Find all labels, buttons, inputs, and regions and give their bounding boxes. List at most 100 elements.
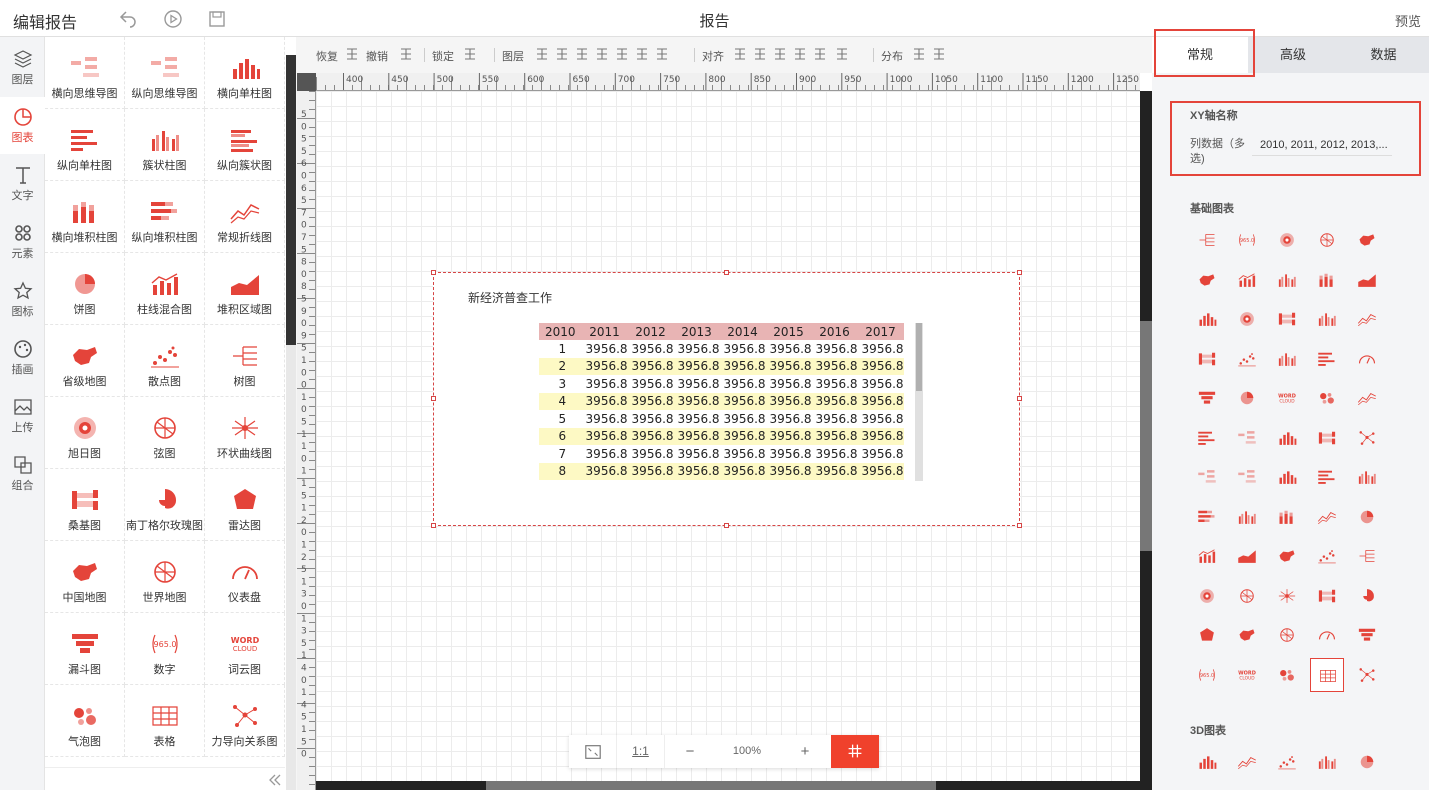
- palette-item-bar-h[interactable]: 横向单柱图: [205, 37, 285, 109]
- rail-item-elements[interactable]: 元素: [0, 213, 45, 270]
- rail-item-layers[interactable]: 图层: [0, 39, 45, 96]
- resize-handle-sw[interactable]: [431, 523, 436, 528]
- rail-item-upload-image[interactable]: 上传: [0, 387, 45, 444]
- chart-option-sankey[interactable]: [1270, 302, 1304, 336]
- palette-item-cluster-bar[interactable]: 簇状柱图: [125, 109, 205, 181]
- chart-option-mindmap-v[interactable]: [1230, 460, 1264, 494]
- send-backward-icon[interactable]: [574, 46, 590, 62]
- chart-option-number[interactable]: 965.0: [1230, 223, 1264, 257]
- resize-handle-se[interactable]: [1017, 523, 1022, 528]
- palette-item-tree[interactable]: 树图: [205, 325, 285, 397]
- canvas-horizontal-scrollbar[interactable]: [316, 781, 1152, 790]
- tab-data[interactable]: 数据: [1338, 37, 1429, 73]
- palette-item-bubble[interactable]: 气泡图: [45, 685, 125, 757]
- align-right-icon[interactable]: [772, 46, 788, 62]
- chart-option-area[interactable]: [1230, 539, 1264, 573]
- chart-option-china-map[interactable]: [1230, 618, 1264, 652]
- actual-size-button[interactable]: 1:1: [617, 735, 665, 768]
- duplicate-icon[interactable]: [654, 46, 670, 62]
- rail-item-chart[interactable]: 图表: [0, 97, 45, 154]
- chart-3d-option-pie[interactable]: [1350, 745, 1384, 779]
- chart-option-pie[interactable]: [1230, 381, 1264, 415]
- rail-item-text[interactable]: 文字: [0, 155, 45, 212]
- palette-item-wordcloud[interactable]: WORD CLOUD 词云图: [205, 613, 285, 685]
- chart-option-world-map[interactable]: [1270, 618, 1304, 652]
- chart-option-bubble[interactable]: [1270, 658, 1304, 692]
- palette-item-bar-line[interactable]: 柱线混合图: [125, 253, 205, 325]
- table-scrollbar-thumb[interactable]: [916, 323, 922, 391]
- resize-handle-n[interactable]: [724, 270, 729, 275]
- save-icon[interactable]: [207, 9, 227, 29]
- chart-option-line[interactable]: [1350, 381, 1384, 415]
- redo-arrow-icon[interactable]: [344, 46, 360, 62]
- align-bottom-icon[interactable]: [834, 46, 850, 62]
- chart-option-bubble[interactable]: [1310, 381, 1344, 415]
- resize-handle-s[interactable]: [724, 523, 729, 528]
- toolbar-label-undo[interactable]: 撤销: [366, 48, 388, 64]
- chart-option-bar-line[interactable]: [1190, 539, 1224, 573]
- chart-option-scatter[interactable]: [1310, 539, 1344, 573]
- align-top-icon[interactable]: [792, 46, 808, 62]
- palette-item-pie[interactable]: 饼图: [45, 253, 125, 325]
- align-left-icon[interactable]: [732, 46, 748, 62]
- chart-option-stack-bar-v[interactable]: [1190, 500, 1224, 534]
- chart-option-bar-v[interactable]: [1190, 421, 1224, 455]
- delete-icon[interactable]: [634, 46, 650, 62]
- chart-option-force-graph[interactable]: [1350, 421, 1384, 455]
- chart-option-china-map[interactable]: [1350, 223, 1384, 257]
- chart-option-bar-h[interactable]: [1190, 302, 1224, 336]
- chart-option-sankey[interactable]: [1310, 421, 1344, 455]
- chart-option-bar-h[interactable]: [1270, 460, 1304, 494]
- chart-option-number[interactable]: 965.0: [1190, 658, 1224, 692]
- chart-option-cluster-bar[interactable]: [1350, 460, 1384, 494]
- chart-option-bar-line[interactable]: [1230, 263, 1264, 297]
- resize-handle-nw[interactable]: [431, 270, 436, 275]
- chart-option-sunburst[interactable]: [1190, 579, 1224, 613]
- chart-option-bar-v[interactable]: [1310, 460, 1344, 494]
- chart-option-sankey[interactable]: [1310, 579, 1344, 613]
- bring-front-icon[interactable]: [594, 46, 610, 62]
- bring-forward-icon[interactable]: [554, 46, 570, 62]
- palette-item-table[interactable]: 表格: [125, 685, 205, 757]
- canvas-vertical-scrollbar[interactable]: [1140, 91, 1152, 781]
- palette-item-sunburst[interactable]: 旭日图: [45, 397, 125, 469]
- chart-option-funnel[interactable]: [1190, 381, 1224, 415]
- chart-option-province-map[interactable]: [1190, 263, 1224, 297]
- zoom-in-button[interactable]: +: [779, 735, 831, 768]
- resize-handle-w[interactable]: [431, 396, 436, 401]
- palette-item-funnel[interactable]: 漏斗图: [45, 613, 125, 685]
- align-middle-icon[interactable]: [812, 46, 828, 62]
- chart-option-bar-h[interactable]: [1270, 421, 1304, 455]
- layer-order-icon[interactable]: [534, 46, 550, 62]
- distribute-h-icon[interactable]: [911, 46, 927, 62]
- chart-option-cluster-bar[interactable]: [1310, 302, 1344, 336]
- chart-option-sunburst[interactable]: [1230, 302, 1264, 336]
- palette-item-world-map[interactable]: 世界地图: [125, 541, 205, 613]
- resize-handle-ne[interactable]: [1017, 270, 1022, 275]
- palette-item-force-graph[interactable]: 力导向关系图: [205, 685, 285, 757]
- chart-option-funnel[interactable]: [1350, 618, 1384, 652]
- palette-item-number[interactable]: 965.0 数字: [125, 613, 205, 685]
- chart-option-table[interactable]: [1310, 657, 1344, 692]
- chart-3d-option-line[interactable]: [1230, 745, 1264, 779]
- palette-item-province-map[interactable]: 省级地图: [45, 325, 125, 397]
- toolbar-label-layer[interactable]: 图层: [502, 48, 524, 64]
- rail-item-palette[interactable]: 插画: [0, 329, 45, 386]
- palette-item-cluster-bar-v[interactable]: 纵向簇状图: [205, 109, 285, 181]
- chart-option-mindmap-h[interactable]: [1230, 421, 1264, 455]
- undo-arrow-icon[interactable]: [398, 46, 414, 62]
- chart-option-tree[interactable]: [1190, 223, 1224, 257]
- palette-item-radar[interactable]: 雷达图: [205, 469, 285, 541]
- palette-item-bar-v[interactable]: 纵向单柱图: [45, 109, 125, 181]
- toolbar-label-distribute[interactable]: 分布: [881, 48, 903, 64]
- fit-screen-icon[interactable]: [569, 735, 617, 768]
- chart-option-province-map[interactable]: [1270, 539, 1304, 573]
- chart-option-line[interactable]: [1350, 302, 1384, 336]
- palette-item-line[interactable]: 常规折线图: [205, 181, 285, 253]
- chart-option-radar[interactable]: [1190, 618, 1224, 652]
- distribute-v-icon[interactable]: [931, 46, 947, 62]
- toolbar-label-align[interactable]: 对齐: [702, 48, 724, 64]
- canvas-vertical-scrollbar-thumb[interactable]: [1140, 321, 1152, 551]
- chart-option-bar-v[interactable]: [1310, 342, 1344, 376]
- send-back-icon[interactable]: [614, 46, 630, 62]
